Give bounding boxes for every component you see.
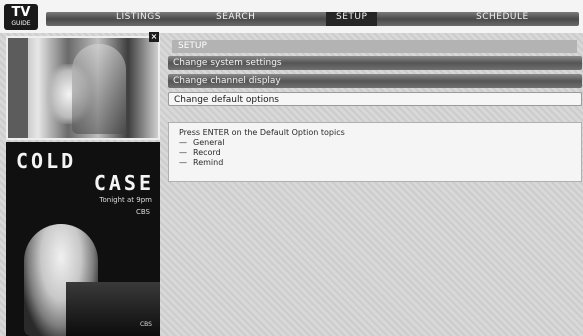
preview-figure (72, 44, 126, 134)
option-default-options[interactable]: Change default options (168, 92, 582, 106)
network-logo: CBS (135, 208, 150, 216)
topic-label: Record (193, 148, 221, 157)
live-tv-preview[interactable] (6, 36, 160, 140)
logo-subtext: GUIDE (11, 20, 31, 27)
topic-label: General (193, 138, 225, 147)
poster-title: COLD CASE (16, 150, 156, 194)
topic-label: Remind (193, 158, 224, 167)
option-system-settings[interactable]: Change system settings (168, 56, 582, 70)
topic-general[interactable]: — General (179, 138, 571, 148)
close-icon[interactable]: × (149, 32, 159, 42)
show-poster[interactable]: COLD CASE Tonight at 9pm CBS CBS (6, 142, 160, 336)
bullet-icon: — (179, 138, 187, 147)
poster-footer-logo: CBS (139, 321, 152, 328)
poster-title-line1: COLD (16, 149, 77, 173)
menu-item-setup[interactable]: SETUP (326, 12, 378, 26)
main-menu: LISTINGS SEARCH SETUP SCHEDULE (46, 12, 579, 26)
preview-shadow (8, 38, 28, 138)
bullet-icon: — (179, 158, 187, 167)
tv-guide-logo: TV GUIDE (4, 4, 38, 30)
tv-guide-screen: TV GUIDE LISTINGS SEARCH SETUP SCHEDULE … (0, 0, 583, 336)
menu-item-listings[interactable]: LISTINGS (116, 12, 161, 26)
menu-item-schedule[interactable]: SCHEDULE (476, 12, 529, 26)
topic-record[interactable]: — Record (179, 148, 571, 158)
section-header: SETUP (172, 40, 577, 53)
logo-text: TV (11, 5, 31, 20)
poster-tagline: Tonight at 9pm (99, 196, 152, 204)
info-box: Press ENTER on the Default Option topics… (168, 122, 582, 182)
option-channel-display[interactable]: Change channel display (168, 74, 582, 88)
setup-panel: SETUP Change system settings Change chan… (164, 34, 583, 336)
top-bar: TV GUIDE LISTINGS SEARCH SETUP SCHEDULE (0, 0, 583, 33)
menu-item-search[interactable]: SEARCH (216, 12, 255, 26)
bullet-icon: — (179, 148, 187, 157)
topic-remind[interactable]: — Remind (179, 158, 571, 168)
info-prompt: Press ENTER on the Default Option topics (179, 128, 345, 137)
poster-title-line2: CASE (93, 171, 154, 195)
